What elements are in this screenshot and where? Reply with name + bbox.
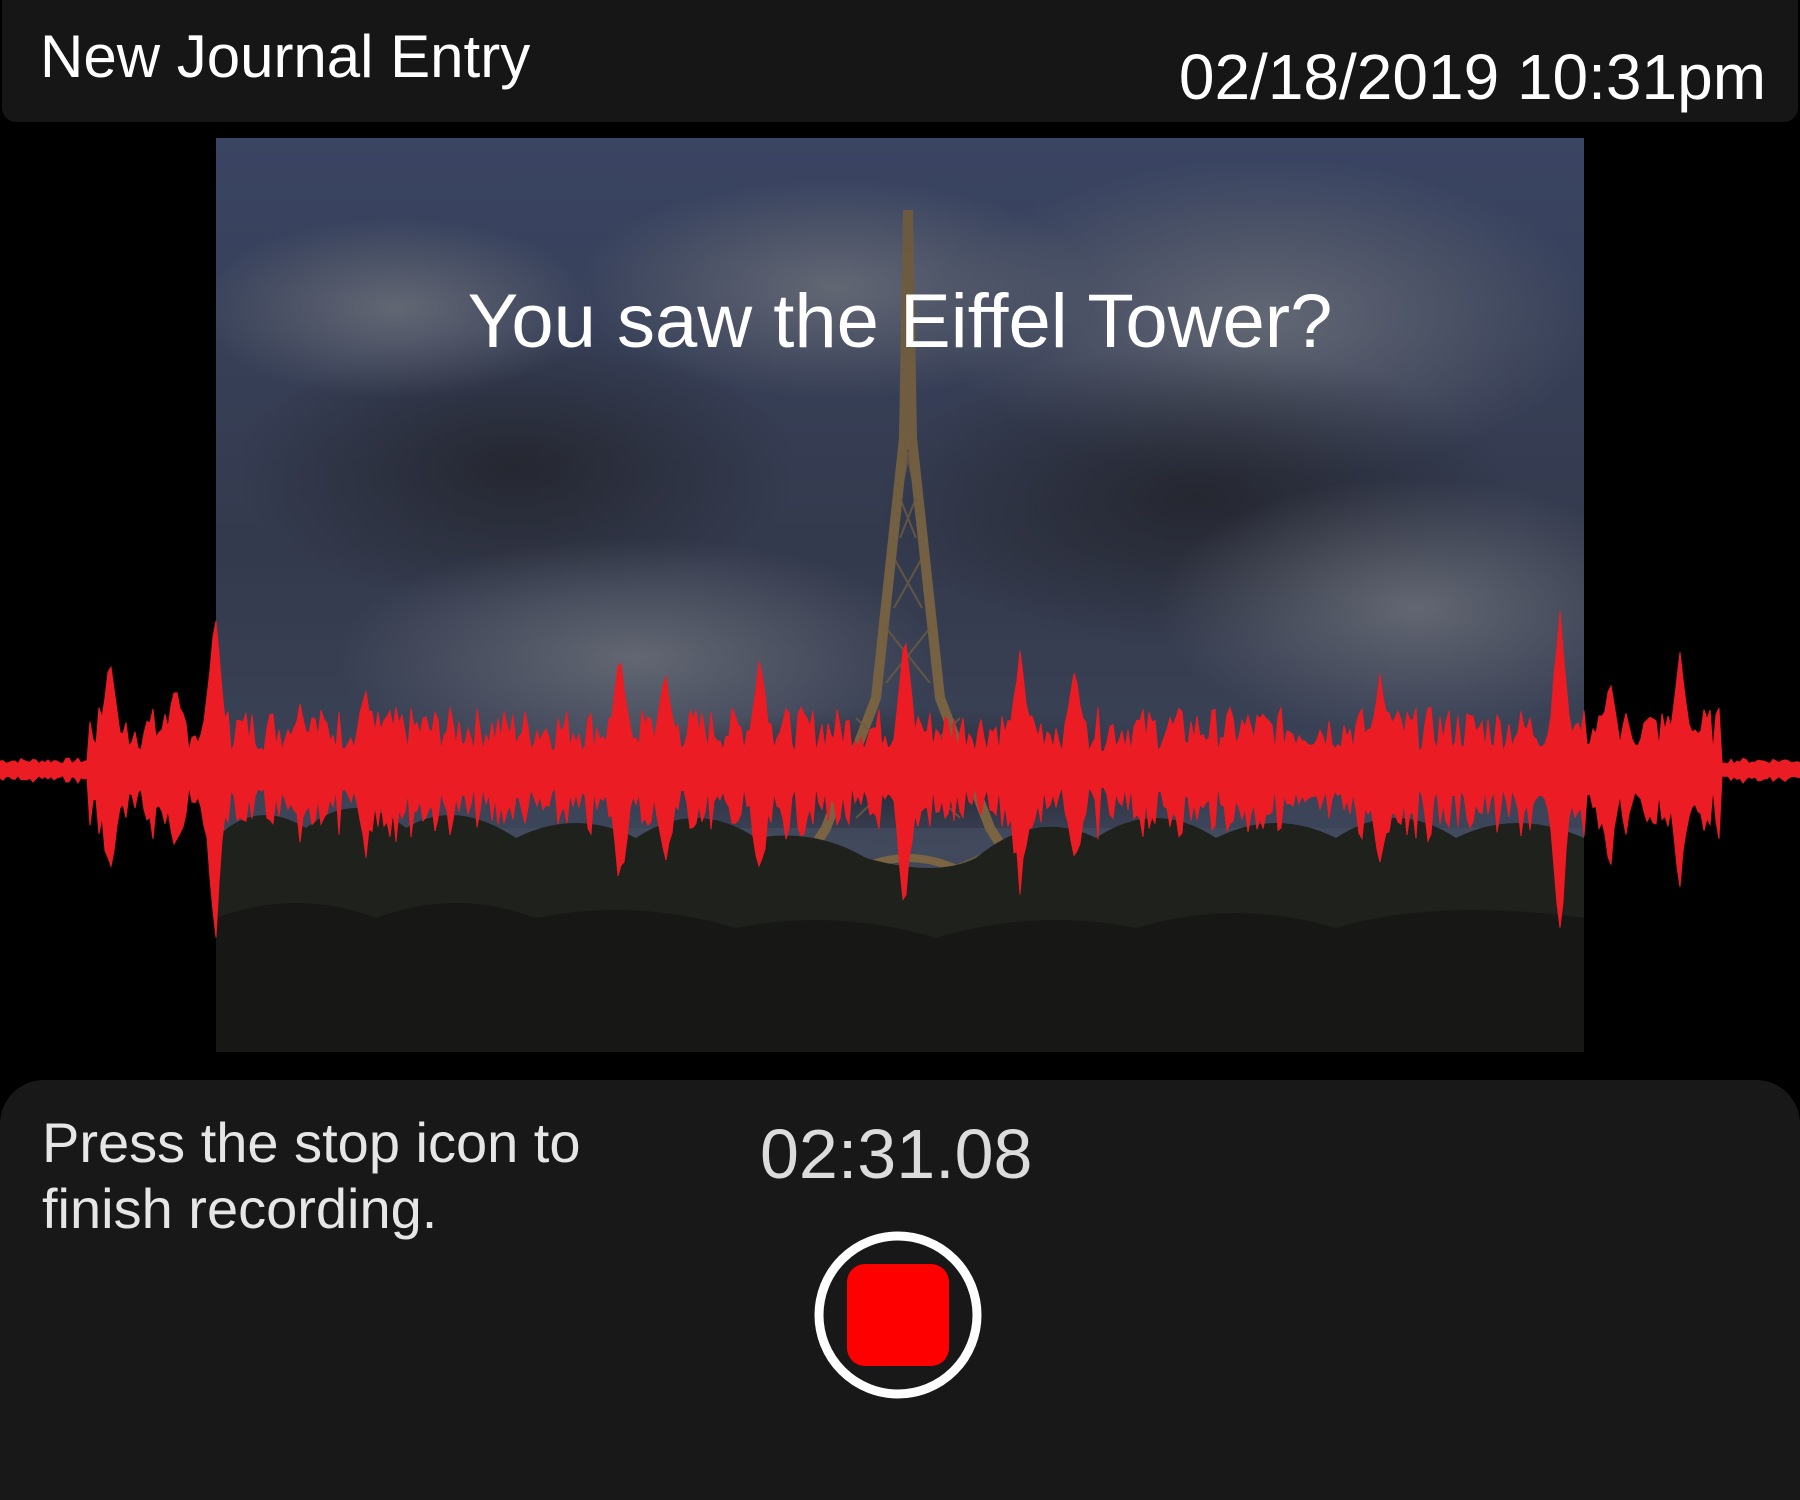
recording-instruction: Press the stop icon to finish recording. — [42, 1111, 581, 1240]
audio-waveform — [0, 611, 1800, 938]
entry-datetime: 02/18/2019 10:31pm — [1178, 41, 1766, 113]
recording-panel: Press the stop icon to finish recording.… — [0, 1080, 1800, 1500]
recording-timer: 02:31.08 — [760, 1115, 1033, 1193]
waveform-shape — [0, 611, 1800, 938]
page-title: New Journal Entry — [40, 23, 531, 90]
stop-recording-button[interactable] — [813, 1230, 983, 1400]
prompt-question: You saw the Eiffel Tower? — [467, 279, 1333, 364]
header-bar: New Journal Entry 02/18/2019 10:31pm — [2, 0, 1798, 122]
stop-icon — [847, 1264, 949, 1366]
